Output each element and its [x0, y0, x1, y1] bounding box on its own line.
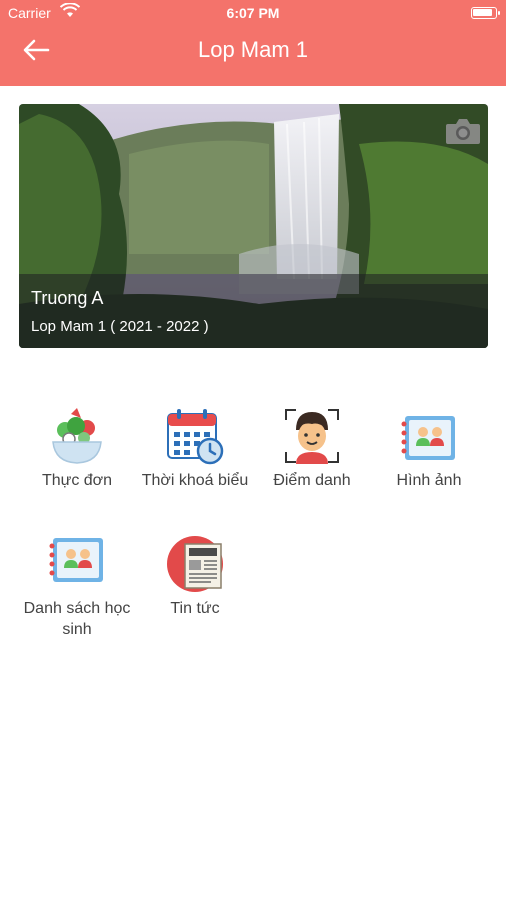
menu-item-diem-danh[interactable]: Điểm danh: [253, 406, 371, 491]
menu-item-thuc-don[interactable]: Thực đơn: [18, 406, 136, 491]
photo-album-icon: [401, 416, 455, 460]
menu-item-hinh-anh[interactable]: Hình ảnh: [370, 406, 488, 491]
camera-icon[interactable]: [444, 116, 482, 146]
student-album-icon: [49, 538, 103, 582]
class-name: Lop Mam 1 ( 2021 - 2022 ): [31, 318, 209, 335]
salad-bowl-icon: [52, 408, 102, 464]
newspaper-icon: [167, 536, 223, 592]
status-time: 6:07 PM: [226, 5, 280, 21]
menu-label: Điểm danh: [273, 472, 351, 489]
menu-label: Tin tức: [170, 600, 220, 617]
menu-item-danh-sach-hoc-sinh[interactable]: Danh sách học sinh: [18, 534, 136, 640]
menu-label: Thực đơn: [41, 472, 113, 489]
face-scan-icon: [285, 409, 339, 464]
class-banner: Truong A Lop Mam 1 ( 2021 - 2022 ): [19, 104, 488, 348]
menu-label: Danh sách học sinh: [23, 600, 131, 638]
menu-label: Thời khoá biểu: [141, 472, 249, 489]
status-bar: Carrier 6:07 PM: [0, 0, 506, 26]
menu-label: Hình ảnh: [396, 472, 462, 489]
school-name: Truong A: [31, 288, 104, 308]
menu-item-thoi-khoa-bieu[interactable]: Thời khoá biểu: [136, 406, 254, 491]
battery-icon: [471, 7, 500, 19]
page-title: Lop Mam 1: [197, 37, 309, 62]
banner-caption: Truong A Lop Mam 1 ( 2021 - 2022 ): [19, 274, 488, 348]
app-header: Carrier 6:07 PM Lop Mam 1: [0, 0, 506, 86]
calendar-clock-icon: [167, 409, 224, 465]
menu-item-tin-tuc[interactable]: Tin tức: [136, 534, 254, 619]
